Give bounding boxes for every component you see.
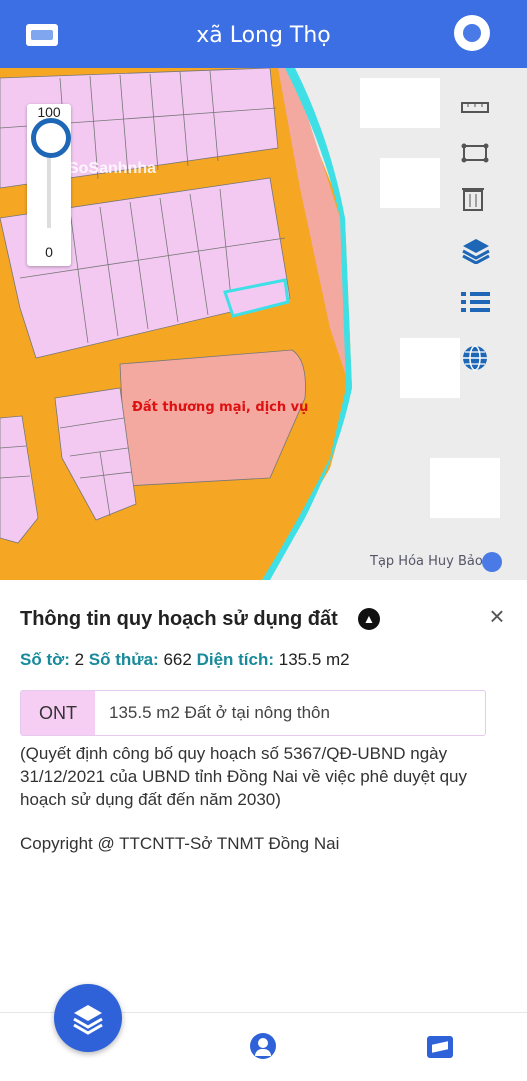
- copyright-text: Copyright @ TTCNTT-Sở TNMT Đồng Nai: [20, 834, 340, 853]
- chevron-up-icon[interactable]: ▲: [358, 608, 380, 630]
- area-label: Diện tích:: [196, 650, 275, 669]
- location-icon[interactable]: [454, 15, 490, 51]
- slider-min-label: 0: [45, 244, 53, 260]
- poi-label[interactable]: Tạp Hóa Huy Bảo: [370, 554, 483, 569]
- watermark: SoSanhnha: [68, 160, 157, 177]
- sheet-value: 2: [74, 650, 85, 669]
- sheet-label: Số tờ:: [20, 650, 70, 669]
- area-value: 135.5 m2: [278, 650, 350, 669]
- layers-icon[interactable]: [461, 236, 505, 280]
- map-canvas: [0, 68, 527, 580]
- slider-knob[interactable]: [31, 118, 71, 158]
- land-use-description: 135.5 m2 Đất ở tại nông thôn: [109, 703, 330, 722]
- parcel-label: Số thửa:: [88, 650, 159, 669]
- parcel-info: Số tờ: 2 Số thửa: 662 Diện tích: 135.5 m…: [20, 650, 350, 670]
- measure-area-icon[interactable]: [461, 140, 505, 184]
- parcel-value: 662: [163, 650, 192, 669]
- list-icon[interactable]: [461, 290, 505, 334]
- layers-icon: [73, 1005, 103, 1035]
- globe-icon[interactable]: [461, 344, 505, 388]
- app-header: xã Long Thọ: [0, 0, 527, 68]
- layers-fab-button[interactable]: [54, 984, 122, 1052]
- measure-distance-icon[interactable]: [461, 96, 505, 140]
- user-icon[interactable]: [250, 1033, 276, 1059]
- map-toolbar: [461, 96, 505, 396]
- map-nav-icon[interactable]: [427, 1036, 453, 1058]
- zone-label: Đất thương mại, dịch vụ: [132, 400, 309, 415]
- decision-note: (Quyết định công bố quy hoạch số 5367/QĐ…: [20, 744, 467, 809]
- panel-title: Thông tin quy hoạch sử dụng đất: [20, 608, 338, 630]
- trash-icon[interactable]: [461, 184, 505, 228]
- shop-icon[interactable]: [482, 552, 502, 572]
- map-view[interactable]: SoSanhnha Đất thương mại, dịch vụ Tạp Hó…: [0, 68, 527, 580]
- land-code-badge: ONT: [21, 691, 95, 735]
- planning-info-panel: Thông tin quy hoạch sử dụng đất ▲ × Số t…: [0, 580, 527, 1010]
- land-use-row: ONT 135.5 m2 Đất ở tại nông thôn: [20, 690, 486, 736]
- opacity-slider[interactable]: 100 0: [27, 104, 71, 266]
- close-icon[interactable]: ×: [484, 603, 510, 630]
- page-title: xã Long Thọ: [196, 23, 331, 48]
